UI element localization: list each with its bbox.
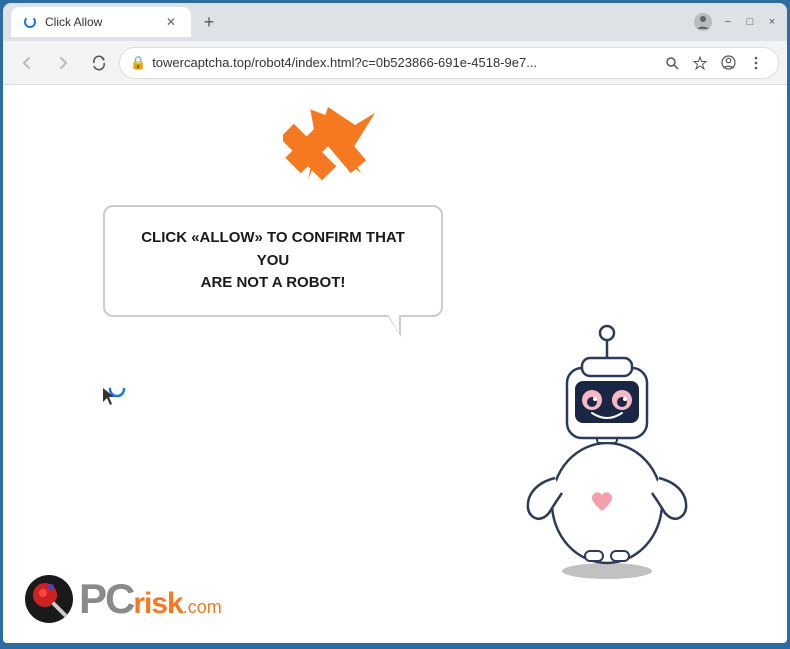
pcrisk-logo: PC risk .com [23,573,222,625]
risk-text: risk [133,589,182,619]
title-bar: Click Allow ✕ + − □ × [3,3,787,41]
tab-strip: Click Allow ✕ + [11,3,685,41]
url-text: towercaptcha.top/robot4/index.html?c=0b5… [152,55,654,70]
close-button[interactable]: × [765,15,779,29]
tab-title: Click Allow [45,15,155,29]
pc-text: PC [79,578,133,620]
search-icon[interactable] [660,51,684,75]
address-icons [660,51,768,75]
menu-icon[interactable] [744,51,768,75]
robot-illustration [507,303,707,583]
reload-button[interactable] [83,47,115,79]
profile-icon[interactable] [716,51,740,75]
pcrisk-text-group: PC risk .com [79,578,222,620]
user-icon [721,55,736,70]
cursor-icon [103,388,117,406]
speech-bubble: CLICK «ALLOW» TO CONFIRM THAT YOU ARE NO… [103,205,443,317]
bookmark-icon[interactable] [688,51,712,75]
maximize-button[interactable]: □ [743,15,757,29]
forward-button[interactable] [47,47,79,79]
toolbar: 🔒 towercaptcha.top/robot4/index.html?c=0… [3,41,787,85]
minimize-button[interactable]: − [721,15,735,29]
robot-svg [507,303,707,583]
window-controls: − □ × [693,12,779,32]
tab-favicon [23,15,37,29]
pcrisk-text-row: PC risk .com [79,578,222,620]
page-content: CLICK «ALLOW» TO CONFIRM THAT YOU ARE NO… [3,85,787,643]
dots-icon [749,56,763,70]
browser-window: Click Allow ✕ + − □ × [3,3,787,643]
magnifier-icon [665,56,679,70]
cursor-indicator [103,388,117,411]
reload-icon [91,55,107,71]
active-tab[interactable]: Click Allow ✕ [11,7,191,37]
pcrisk-logo-icon [23,573,75,625]
new-tab-button[interactable]: + [195,8,223,36]
address-bar[interactable]: 🔒 towercaptcha.top/robot4/index.html?c=0… [119,47,779,79]
chrome-profile-icon [693,12,713,32]
bubble-text: CLICK «ALLOW» TO CONFIRM THAT YOU ARE NO… [129,227,417,295]
tab-close-button[interactable]: ✕ [163,14,179,30]
lock-icon: 🔒 [130,55,146,71]
forward-icon [55,55,71,71]
tab-loading-icon [24,16,36,28]
com-text: .com [183,598,222,616]
back-button[interactable] [11,47,43,79]
back-icon [19,55,35,71]
star-icon [693,56,707,70]
